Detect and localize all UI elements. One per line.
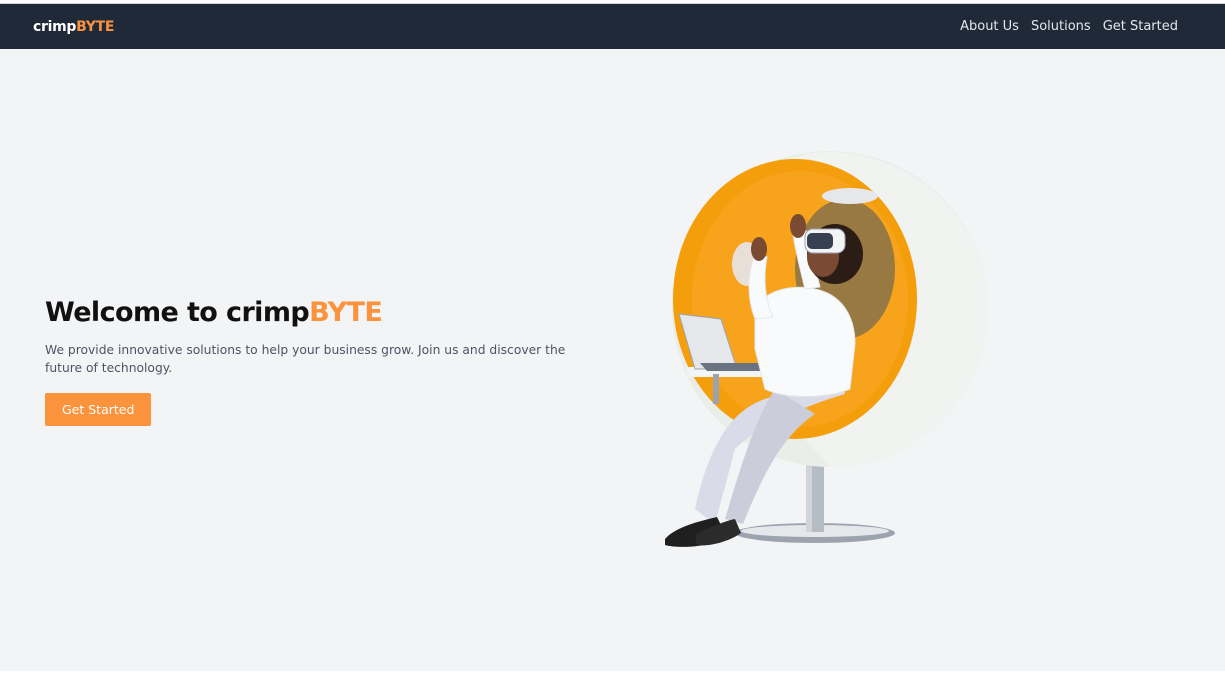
nav-link-get-started[interactable]: Get Started [1103, 19, 1178, 34]
navbar: crimpBYTE About Us Solutions Get Started [0, 4, 1225, 49]
hero-title: Welcome to crimpBYTE [45, 297, 605, 329]
get-started-button[interactable]: Get Started [45, 393, 152, 427]
logo-accent: BYTE [76, 18, 115, 35]
nav-link-about-us[interactable]: About Us [960, 19, 1019, 34]
nav-link-solutions[interactable]: Solutions [1031, 19, 1091, 34]
logo-prefix: crimp [33, 18, 77, 35]
hero-title-accent: BYTE [309, 297, 383, 328]
hero-illustration [655, 149, 990, 559]
hero-title-prefix: Welcome to crimp [45, 297, 310, 328]
hero-section: Welcome to crimpBYTE We provide innovati… [45, 297, 605, 427]
brand-logo[interactable]: crimpBYTE [33, 19, 114, 35]
page: crimpBYTE About Us Solutions Get Started… [0, 0, 1225, 673]
nav-links: About Us Solutions Get Started [960, 19, 1178, 34]
woman-vr-egg-chair-illustration [665, 151, 988, 547]
hero-description: We provide innovative solutions to help … [45, 343, 566, 376]
